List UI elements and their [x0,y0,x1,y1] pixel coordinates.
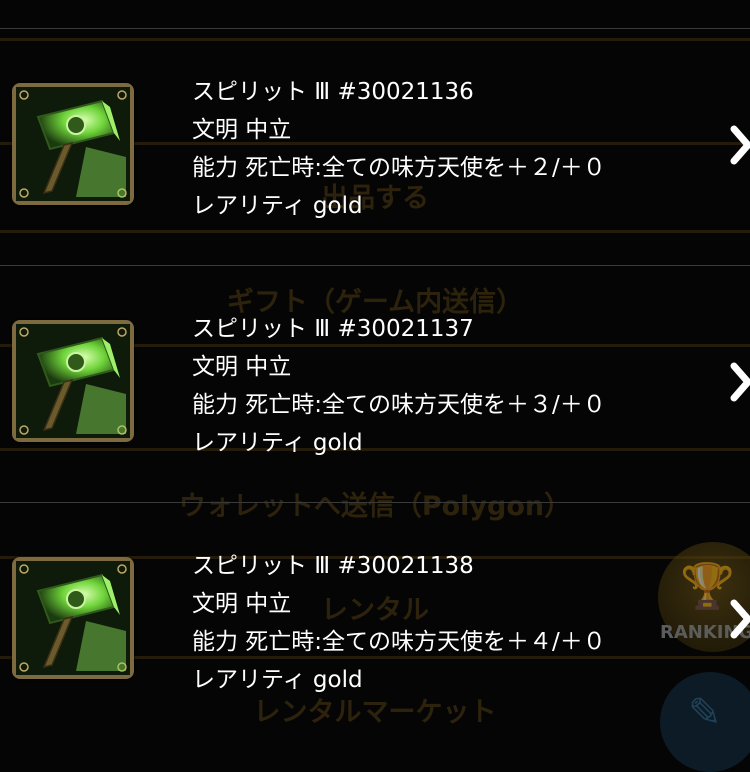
item-info: スピリット Ⅲ #30021136 文明 中立 能力 死亡時:全ての味方天使を＋… [192,73,712,225]
green-hammer-icon [16,324,130,438]
chevron-right-icon[interactable] [730,362,750,402]
item-civilization: 文明 中立 [192,117,292,143]
chevron-right-icon[interactable] [730,599,750,639]
green-hammer-icon [16,87,130,201]
item-ability: 能力 死亡時:全ての味方天使を＋２/＋０ [192,155,606,181]
item-civilization: 文明 中立 [192,591,292,617]
item-ability: 能力 死亡時:全ての味方天使を＋３/＋０ [192,392,606,418]
item-rarity: レアリティ gold [192,193,363,219]
item-thumbnail [12,320,134,442]
list-item[interactable]: スピリット Ⅲ #30021138 文明 中立 能力 死亡時:全ての味方天使を＋… [0,503,750,740]
item-thumbnail [12,83,134,205]
item-name: スピリット Ⅲ #30021137 [192,316,474,342]
list-item[interactable]: スピリット Ⅲ #30021136 文明 中立 能力 死亡時:全ての味方天使を＋… [0,29,750,266]
chevron-right-icon[interactable] [730,125,750,165]
item-name: スピリット Ⅲ #30021138 [192,553,474,579]
item-ability: 能力 死亡時:全ての味方天使を＋４/＋０ [192,629,606,655]
list-item[interactable]: スピリット Ⅲ #30021137 文明 中立 能力 死亡時:全ての味方天使を＋… [0,266,750,503]
item-info: スピリット Ⅲ #30021137 文明 中立 能力 死亡時:全ての味方天使を＋… [192,310,712,462]
item-list: スピリット Ⅲ #30021136 文明 中立 能力 死亡時:全ての味方天使を＋… [0,29,750,740]
item-info: スピリット Ⅲ #30021138 文明 中立 能力 死亡時:全ての味方天使を＋… [192,547,712,699]
item-name: スピリット Ⅲ #30021136 [192,79,474,105]
item-thumbnail [12,557,134,679]
item-rarity: レアリティ gold [192,430,363,456]
item-rarity: レアリティ gold [192,667,363,693]
item-civilization: 文明 中立 [192,354,292,380]
green-hammer-icon [16,561,130,675]
